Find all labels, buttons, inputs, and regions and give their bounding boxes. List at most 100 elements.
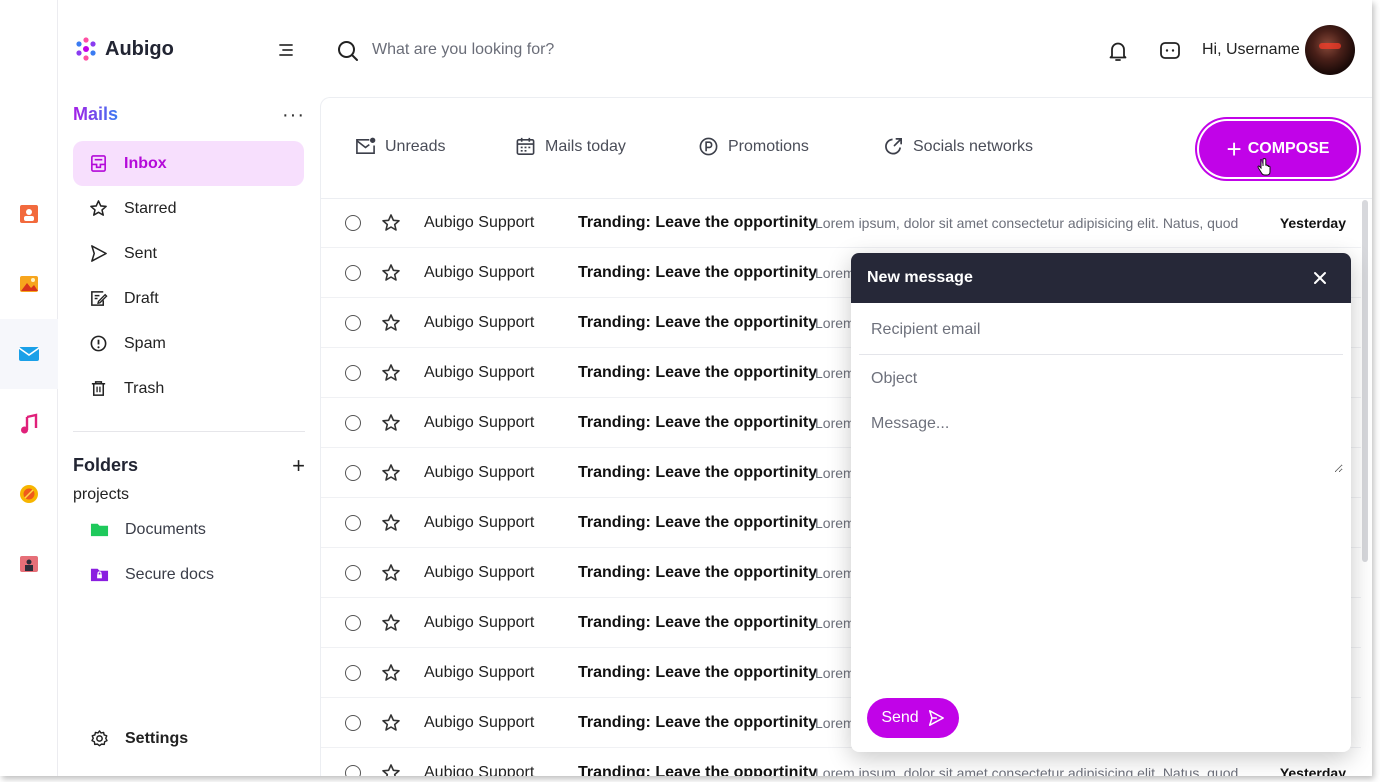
star-icon[interactable] bbox=[381, 363, 401, 383]
mail-sender: Aubigo Support bbox=[424, 514, 535, 531]
star-icon[interactable] bbox=[381, 463, 401, 483]
folders-section-title: Folders bbox=[73, 455, 139, 475]
nav-item-starred[interactable]: Starred bbox=[73, 186, 304, 231]
mail-sender: Aubigo Support bbox=[424, 614, 535, 631]
avatar[interactable] bbox=[1305, 25, 1355, 75]
tab-label-promotions: Promotions bbox=[728, 137, 809, 155]
table-row[interactable]: Aubigo Support Tranding: Leave the opport… bbox=[321, 748, 1361, 776]
browser-app-icon bbox=[20, 485, 38, 503]
tab-label-socials-networks: Socials networks bbox=[913, 137, 1034, 155]
nav-item-inbox[interactable]: Inbox bbox=[73, 141, 304, 186]
nav-item-trash[interactable]: Trash bbox=[73, 366, 304, 411]
star-icon[interactable] bbox=[381, 613, 401, 633]
app-window: Aubigo Mails ··· Inbox Starred Sent Draf… bbox=[0, 0, 1372, 776]
rail-contacts[interactable] bbox=[0, 179, 58, 249]
recipient-email-field[interactable] bbox=[859, 306, 1343, 355]
nav-item-spam[interactable]: Spam bbox=[73, 321, 304, 366]
inbox-icon bbox=[91, 155, 106, 172]
select-checkbox[interactable] bbox=[345, 515, 361, 531]
rail-browser[interactable] bbox=[0, 459, 58, 529]
mail-app-icon bbox=[18, 347, 40, 361]
object-field[interactable] bbox=[859, 355, 1343, 404]
mail-preview: Lorem ipsum, dolor sit amet consectetur … bbox=[815, 765, 1239, 776]
search-input[interactable] bbox=[372, 36, 792, 64]
star-icon[interactable] bbox=[381, 213, 401, 233]
select-checkbox[interactable] bbox=[345, 765, 361, 776]
external-link-icon bbox=[885, 138, 902, 155]
mails-section-title: Mails bbox=[73, 104, 119, 124]
send-icon bbox=[928, 710, 944, 726]
mail-subject: Tranding: Leave the opportinity bbox=[578, 714, 818, 731]
video-app-icon bbox=[20, 556, 38, 572]
nav-label-draft: Draft bbox=[124, 289, 159, 307]
rail-gallery[interactable] bbox=[0, 249, 58, 319]
tab-socials-networks[interactable]: Socials networks bbox=[883, 136, 1033, 157]
star-icon[interactable] bbox=[381, 513, 401, 533]
app-rail bbox=[0, 0, 58, 776]
send-button[interactable]: Send bbox=[867, 698, 959, 738]
brand[interactable]: Aubigo bbox=[73, 36, 174, 62]
new-message-dialog: New message Send bbox=[851, 253, 1351, 752]
table-row[interactable]: Aubigo Support Tranding: Leave the opport… bbox=[321, 198, 1361, 248]
select-checkbox[interactable] bbox=[345, 465, 361, 481]
tab-mails-today[interactable]: Mails today bbox=[515, 136, 626, 157]
bell-icon[interactable] bbox=[1106, 39, 1130, 63]
rail-music[interactable] bbox=[0, 389, 58, 459]
scrollbar[interactable] bbox=[1362, 200, 1368, 562]
folder-item-documents[interactable]: Documents bbox=[90, 520, 206, 539]
nav-item-sent[interactable]: Sent bbox=[73, 231, 304, 276]
select-checkbox[interactable] bbox=[345, 665, 361, 681]
mails-section-header: Mails ··· bbox=[73, 104, 305, 125]
nav-label-inbox: Inbox bbox=[124, 154, 167, 172]
add-folder-icon[interactable]: + bbox=[292, 454, 305, 476]
brand-name: Aubigo bbox=[105, 37, 174, 60]
chat-icon[interactable] bbox=[1158, 39, 1182, 63]
select-checkbox[interactable] bbox=[345, 265, 361, 281]
settings-link[interactable]: Settings bbox=[90, 729, 188, 748]
more-options-icon[interactable]: ··· bbox=[282, 105, 305, 125]
select-checkbox[interactable] bbox=[345, 615, 361, 631]
mail-subject: Tranding: Leave the opportinity bbox=[578, 364, 818, 381]
tab-promotions[interactable]: Promotions bbox=[698, 136, 809, 157]
select-checkbox[interactable] bbox=[345, 215, 361, 231]
tab-unreads[interactable]: Unreads bbox=[355, 136, 445, 157]
mail-subject: Tranding: Leave the opportinity bbox=[578, 614, 818, 631]
nav-item-draft[interactable]: Draft bbox=[73, 276, 304, 321]
mail-sender: Aubigo Support bbox=[424, 664, 535, 681]
mail-date: Yesterday bbox=[1279, 765, 1346, 776]
star-icon[interactable] bbox=[381, 713, 401, 733]
select-checkbox[interactable] bbox=[345, 715, 361, 731]
star-icon[interactable] bbox=[381, 763, 401, 776]
select-checkbox[interactable] bbox=[345, 315, 361, 331]
compose-label: COMPOSE bbox=[1247, 140, 1330, 157]
star-icon[interactable] bbox=[381, 563, 401, 583]
menu-toggle-icon[interactable] bbox=[276, 40, 296, 60]
spam-icon bbox=[90, 335, 107, 352]
dialog-header: New message bbox=[851, 253, 1351, 303]
mail-sender: Aubigo Support bbox=[424, 764, 535, 776]
folder-item-secure-docs[interactable]: Secure docs bbox=[90, 565, 214, 584]
mail-subject: Tranding: Leave the opportinity bbox=[578, 664, 818, 681]
mail-subject: Tranding: Leave the opportinity bbox=[578, 264, 818, 281]
send-label: Send bbox=[881, 709, 919, 726]
star-icon[interactable] bbox=[381, 263, 401, 283]
mail-preview: Lorem ipsum, dolor sit amet consectetur … bbox=[815, 215, 1239, 231]
compose-button[interactable]: + COMPOSE bbox=[1199, 121, 1357, 177]
message-field[interactable] bbox=[859, 401, 1343, 473]
rail-video[interactable] bbox=[0, 529, 58, 599]
select-checkbox[interactable] bbox=[345, 415, 361, 431]
close-icon[interactable] bbox=[1305, 263, 1335, 293]
filter-tabs: Unreads Mails today Promotions Socials n… bbox=[321, 98, 1372, 199]
mail-subject: Tranding: Leave the opportinity bbox=[578, 214, 818, 231]
star-icon[interactable] bbox=[381, 413, 401, 433]
star-icon[interactable] bbox=[381, 313, 401, 333]
settings-label: Settings bbox=[125, 729, 189, 747]
draft-icon bbox=[91, 291, 108, 306]
rail-mail[interactable] bbox=[0, 319, 58, 389]
mail-subject: Tranding: Leave the opportinity bbox=[578, 764, 818, 776]
trash-icon bbox=[91, 381, 106, 396]
search-icon[interactable] bbox=[336, 39, 360, 63]
star-icon[interactable] bbox=[381, 663, 401, 683]
select-checkbox[interactable] bbox=[345, 365, 361, 381]
select-checkbox[interactable] bbox=[345, 565, 361, 581]
